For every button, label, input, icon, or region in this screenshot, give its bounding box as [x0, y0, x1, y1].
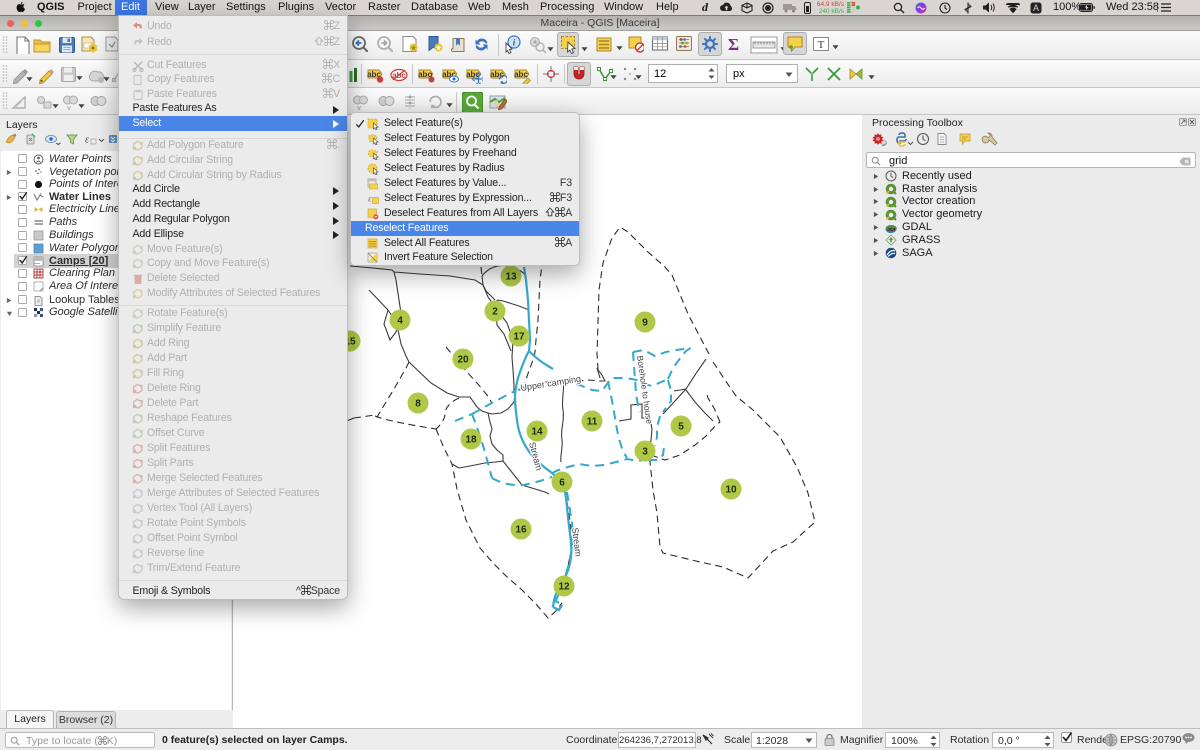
svg-text:abc: abc — [490, 70, 504, 79]
svg-text:T: T — [818, 39, 825, 51]
svg-text:17: 17 — [513, 332, 525, 343]
svg-text:ε: ε — [85, 135, 89, 146]
svg-text:16: 16 — [515, 525, 527, 536]
svg-text:GDAL: GDAL — [887, 227, 896, 231]
svg-text:9: 9 — [642, 318, 648, 329]
svg-text:3: 3 — [642, 447, 648, 458]
svg-text:Σ: Σ — [728, 35, 739, 53]
svg-text:ε: ε — [368, 194, 372, 204]
svg-text:A: A — [1033, 3, 1039, 13]
svg-text:14: 14 — [531, 427, 543, 438]
svg-text:4: 4 — [397, 316, 403, 327]
svg-text:18: 18 — [465, 435, 477, 446]
svg-text:20: 20 — [457, 355, 469, 366]
svg-text:6: 6 — [559, 478, 565, 489]
svg-text:12: 12 — [558, 582, 570, 593]
svg-text:abc: abc — [514, 70, 528, 79]
svg-text:5: 5 — [678, 422, 684, 433]
svg-text:2: 2 — [492, 307, 498, 318]
svg-text:11: 11 — [587, 417, 598, 428]
svg-text:13: 13 — [505, 272, 517, 283]
svg-text:8: 8 — [415, 399, 421, 410]
svg-text:10: 10 — [725, 485, 737, 496]
